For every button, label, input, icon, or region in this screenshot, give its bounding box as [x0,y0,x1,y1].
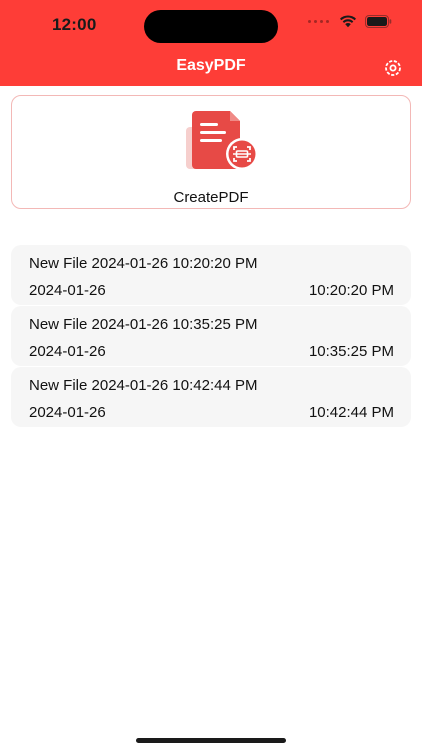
home-indicator[interactable] [136,738,286,743]
gear-icon [385,60,401,76]
file-date: 2024-01-26 [29,404,106,421]
status-time: 12:00 [52,15,97,34]
header: 12:00 EasyPDF [0,0,422,86]
status-icons [308,14,392,28]
file-list: New File 2024-01-26 10:20:20 PM 2024-01-… [11,245,411,428]
file-name: New File 2024-01-26 10:20:20 PM [29,255,258,272]
file-row[interactable]: New File 2024-01-26 10:35:25 PM 2024-01-… [11,306,411,366]
nav-title: EasyPDF [176,57,246,74]
pdf-scan-document-icon [186,111,258,170]
screen: 12:00 EasyPDF CreatePDF New File 2024-01… [0,0,422,750]
create-pdf-label: CreatePDF [173,189,249,206]
battery-icon [365,14,392,28]
file-time: 10:35:25 PM [308,343,394,360]
cellular-signal-icon [308,19,329,23]
file-name: New File 2024-01-26 10:42:44 PM [29,377,258,394]
settings-button[interactable] [382,57,404,79]
file-date: 2024-01-26 [29,282,106,299]
create-pdf-button[interactable]: CreatePDF [11,95,411,209]
dynamic-island [144,10,278,43]
file-name: New File 2024-01-26 10:35:25 PM [29,316,258,333]
wifi-icon [340,15,356,28]
file-date: 2024-01-26 [29,343,106,360]
file-time: 10:42:44 PM [308,404,394,421]
file-time: 10:20:20 PM [308,282,394,299]
file-row[interactable]: New File 2024-01-26 10:20:20 PM 2024-01-… [11,245,411,305]
file-row[interactable]: New File 2024-01-26 10:42:44 PM 2024-01-… [11,367,411,427]
